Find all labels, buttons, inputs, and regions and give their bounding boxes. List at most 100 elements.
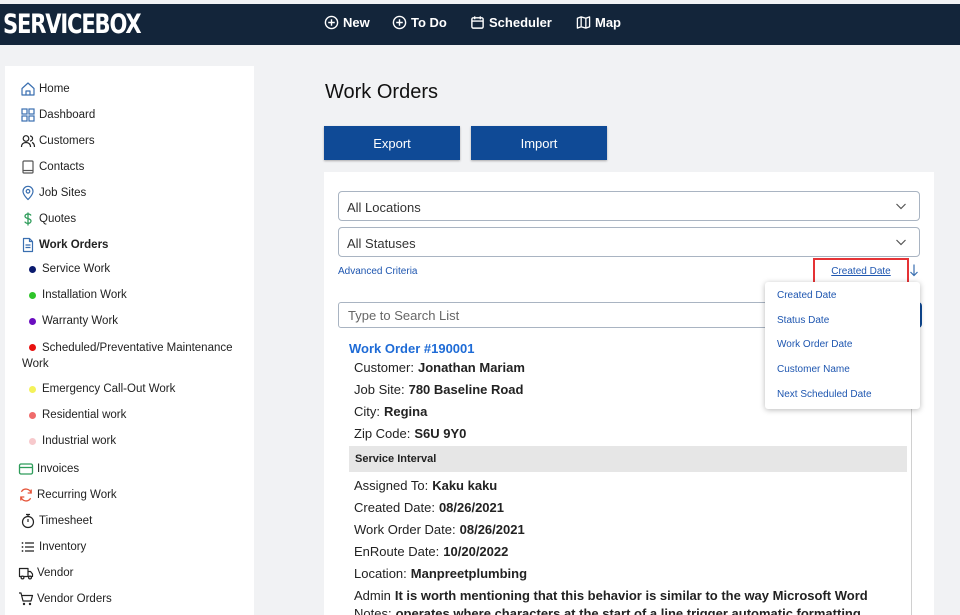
sidebar-item-home[interactable]: Home	[20, 81, 70, 97]
app-logo[interactable]: SERVICEBOX	[3, 9, 142, 40]
sidebar-subitem-label: Warranty Work	[42, 315, 119, 327]
status-dot	[29, 385, 36, 393]
sidebar-subitem-emergency-work[interactable]: Emergency Call-Out Work	[29, 383, 175, 395]
sidebar-item-timesheet[interactable]: Timesheet	[20, 513, 92, 529]
sidebar-item-contacts[interactable]: Contacts	[20, 159, 84, 175]
sidebar-item-label: Invoices	[37, 463, 80, 475]
location-select[interactable]: All Locations	[338, 191, 920, 221]
sort-option-next-scheduled-date[interactable]: Next Scheduled Date	[777, 389, 872, 400]
status-dot	[29, 437, 36, 445]
page-title: Work Orders	[325, 81, 438, 103]
sidebar-item-vendor[interactable]: Vendor	[18, 565, 73, 581]
sort-direction-arrow-icon[interactable]	[908, 263, 920, 277]
sidebar-subitem-service-work[interactable]: Service Work	[29, 263, 110, 275]
export-button[interactable]: Export	[324, 126, 460, 160]
nav-map-button[interactable]: Map	[576, 15, 621, 30]
refresh-icon	[20, 488, 32, 502]
sidebar-item-label: Timesheet	[39, 515, 93, 527]
sidebar-item-label: Recurring Work	[37, 489, 117, 501]
sort-option-created-date[interactable]: Created Date	[777, 290, 836, 301]
sidebar-subitem-label: Scheduled/Preventative Maintenance Work	[22, 342, 233, 370]
field-label: Assigned To:	[354, 478, 429, 493]
status-dot	[29, 344, 36, 351]
zip-code-value: S6U 9Y0	[414, 426, 467, 441]
sidebar-item-customers[interactable]: Customers	[20, 133, 95, 149]
admin-notes-field: Admin It is worth mentioning that this be…	[354, 588, 868, 603]
admin-notes-value: It is worth mentioning that this behavio…	[394, 588, 868, 603]
assigned-to-field: Assigned To: Kaku kaku	[354, 478, 497, 493]
location-field: Location: Manpreetplumbing	[354, 566, 527, 581]
sidebar-item-label: Work Orders	[39, 239, 109, 251]
dollar-icon	[24, 212, 32, 226]
stopwatch-icon	[21, 513, 35, 529]
nav-map-label: Map	[595, 15, 621, 30]
assigned-to-value: Kaku kaku	[432, 478, 498, 493]
location-value: Manpreetplumbing	[410, 566, 528, 581]
notes-field: Notes: operates where characters at the s…	[354, 606, 861, 615]
plus-circle-icon	[324, 15, 339, 30]
sidebar-item-dashboard[interactable]: Dashboard	[20, 107, 95, 123]
grid-icon	[21, 108, 35, 122]
status-dot	[29, 265, 36, 273]
nav-todo-button[interactable]: To Do	[392, 15, 447, 30]
sidebar-subitem-installation-work[interactable]: Installation Work	[29, 289, 127, 301]
enroute-date-field: EnRoute Date: 10/20/2022	[354, 544, 508, 559]
city-value: Regina	[384, 404, 428, 419]
list-icon	[21, 542, 34, 552]
work-order-title-link[interactable]: Work Order #190001	[349, 341, 475, 356]
cart-icon	[19, 592, 34, 606]
top-navigation-bar: SERVICEBOX New To Do Scheduler Map	[0, 4, 960, 45]
sidebar-subitem-label: Installation Work	[42, 289, 127, 301]
users-icon	[20, 135, 36, 148]
created-date-field: Created Date: 08/26/2021	[354, 500, 504, 515]
sidebar: Home Dashboard Customers Contacts Job Si…	[5, 66, 254, 615]
status-dot	[29, 317, 36, 325]
sidebar-item-label: Home	[39, 83, 70, 95]
field-label: Notes:	[354, 606, 392, 615]
nav-new-button[interactable]: New	[324, 15, 370, 30]
sidebar-item-vendor-orders[interactable]: Vendor Orders	[18, 591, 112, 607]
advanced-criteria-link[interactable]: Advanced Criteria	[338, 266, 417, 277]
status-select[interactable]: All Statuses	[338, 227, 920, 257]
sidebar-item-inventory[interactable]: Inventory	[20, 539, 86, 555]
nav-scheduler-button[interactable]: Scheduler	[470, 15, 552, 30]
sidebar-subitem-label: Emergency Call-Out Work	[42, 383, 176, 395]
map-pin-icon	[22, 185, 34, 201]
location-select-value: All Locations	[347, 200, 421, 215]
sidebar-subitem-residential-work[interactable]: Residential work	[29, 409, 126, 421]
sort-option-status-date[interactable]: Status Date	[777, 315, 829, 326]
customer-field: Customer: Jonathan Mariam	[354, 360, 525, 375]
sidebar-item-invoices[interactable]: Invoices	[18, 461, 79, 477]
created-date-value: 08/26/2021	[438, 500, 505, 515]
field-label: Job Site:	[354, 382, 405, 397]
sidebar-item-work-orders[interactable]: Work Orders	[20, 237, 108, 253]
sidebar-subitem-label: Residential work	[42, 409, 127, 421]
status-dot	[29, 411, 36, 419]
sidebar-subitem-scheduled-maintenance-work[interactable]: Scheduled/Preventative Maintenance Work	[22, 340, 242, 372]
city-field: City: Regina	[354, 404, 427, 419]
sidebar-subitem-label: Industrial work	[42, 435, 117, 447]
nav-scheduler-label: Scheduler	[489, 15, 552, 30]
sort-option-customer-name[interactable]: Customer Name	[777, 364, 850, 375]
sidebar-subitem-warranty-work[interactable]: Warranty Work	[29, 315, 118, 327]
sidebar-subitem-label: Service Work	[42, 263, 111, 275]
sidebar-item-quotes[interactable]: Quotes	[20, 211, 76, 227]
sidebar-item-label: Customers	[39, 135, 95, 147]
sidebar-item-label: Contacts	[39, 161, 85, 173]
customer-value: Jonathan Mariam	[417, 360, 525, 375]
work-order-date-field: Work Order Date: 08/26/2021	[354, 522, 525, 537]
book-icon	[22, 160, 34, 174]
sort-option-work-order-date[interactable]: Work Order Date	[777, 339, 852, 350]
sidebar-subitem-industrial-work[interactable]: Industrial work	[29, 435, 116, 447]
sort-by-label: Created Date	[831, 266, 891, 277]
sort-by-link[interactable]: Created Date	[813, 258, 909, 285]
sidebar-item-job-sites[interactable]: Job Sites	[20, 185, 86, 201]
service-interval-header: Service Interval	[349, 446, 907, 472]
chevron-down-icon	[896, 239, 906, 246]
document-icon	[22, 237, 34, 253]
nav-new-label: New	[343, 15, 370, 30]
status-select-value: All Statuses	[347, 236, 416, 251]
sidebar-item-recurring-work[interactable]: Recurring Work	[18, 487, 117, 503]
field-label: EnRoute Date:	[354, 544, 440, 559]
import-button[interactable]: Import	[471, 126, 607, 160]
